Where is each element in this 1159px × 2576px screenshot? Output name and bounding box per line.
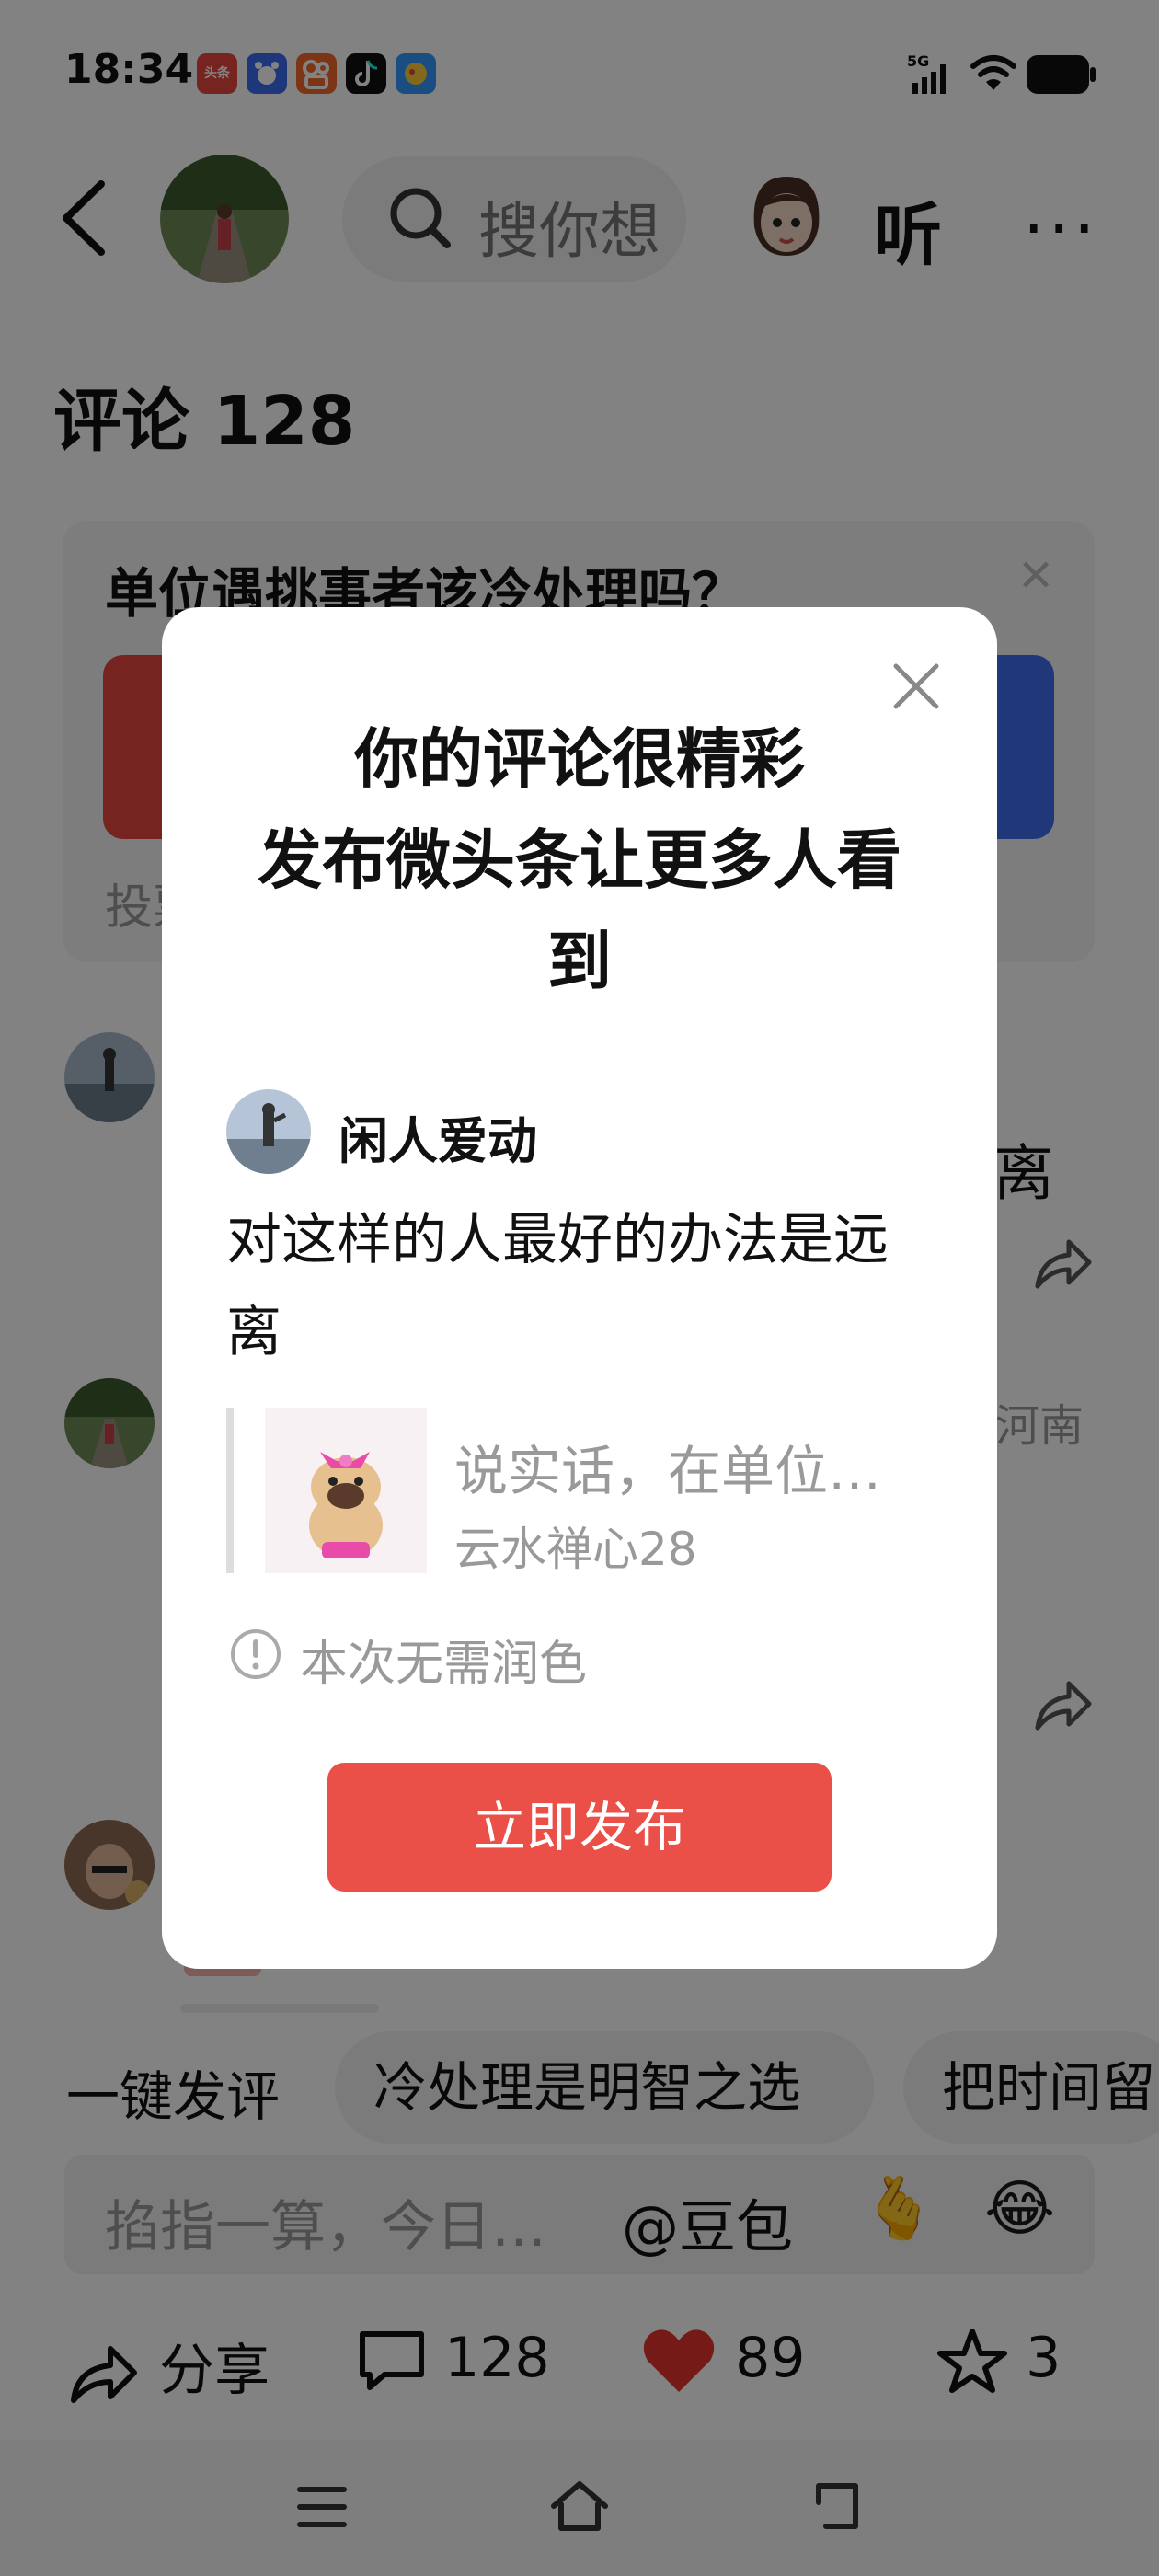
comment-text: 对这样的人最好的办法是远离 — [226, 1208, 889, 1364]
quote-divider — [226, 1408, 234, 1573]
user-avatar — [226, 1089, 311, 1174]
info-icon — [228, 1627, 283, 1682]
username: 闲人爱动 — [339, 1112, 537, 1170]
dialog-title: 你的评论很精彩 发布微头条让更多人看到 — [226, 708, 933, 1012]
publish-now-button[interactable]: 立即发布 — [327, 1763, 832, 1892]
polish-note: 本次无需润色 — [300, 1637, 588, 1692]
dialog-close-button[interactable] — [890, 661, 942, 712]
quoted-post-author: 云水禅心28 — [454, 1523, 697, 1576]
close-icon — [893, 663, 939, 709]
quoted-post-thumbnail — [265, 1408, 427, 1573]
dialog-title-line2: 发布微头条让更多人看到 — [258, 822, 901, 999]
quoted-post-title: 说实话，在单位… — [454, 1440, 882, 1502]
dialog-title-line1: 你的评论很精彩 — [354, 721, 805, 797]
